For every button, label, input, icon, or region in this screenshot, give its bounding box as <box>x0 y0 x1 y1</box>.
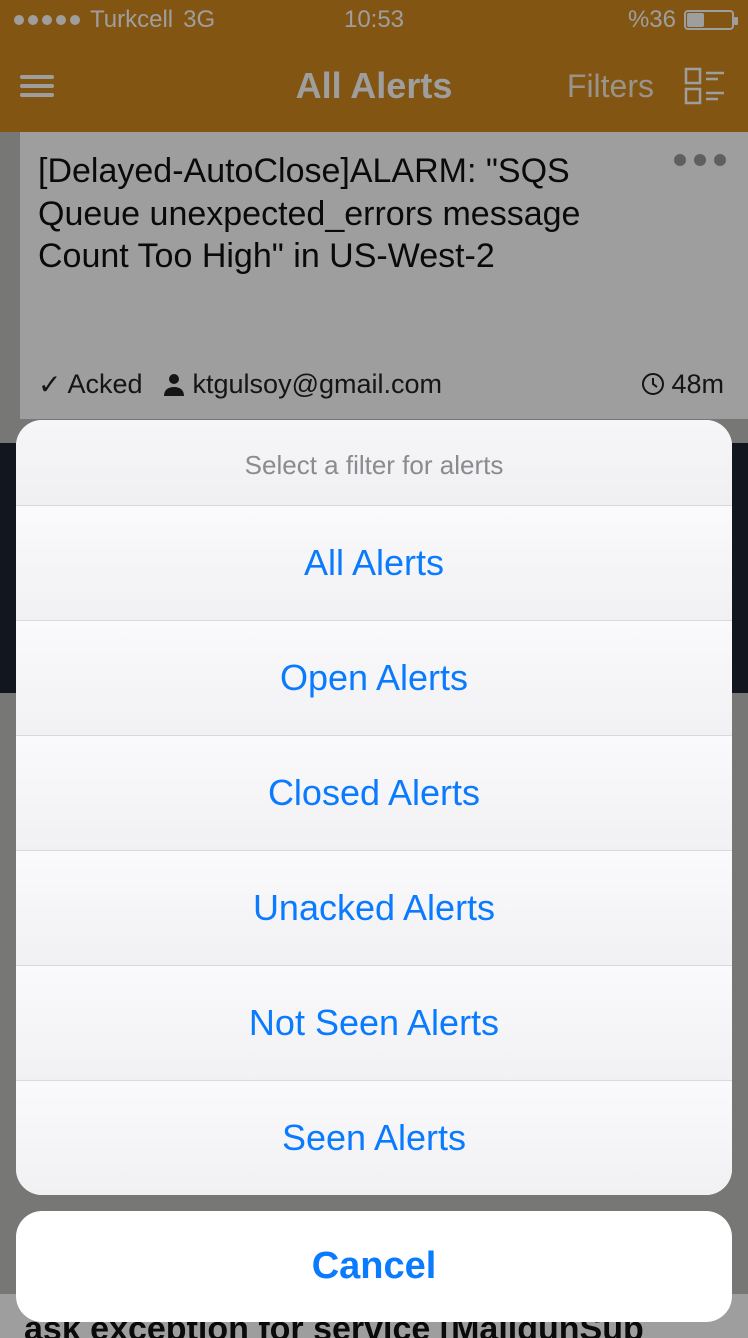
filter-option-notseen[interactable]: Not Seen Alerts <box>16 966 732 1081</box>
filter-option-all[interactable]: All Alerts <box>16 506 732 621</box>
filter-option-seen[interactable]: Seen Alerts <box>16 1081 732 1195</box>
filter-option-open[interactable]: Open Alerts <box>16 621 732 736</box>
cancel-button[interactable]: Cancel <box>16 1211 732 1322</box>
action-sheet: Select a filter for alerts All Alerts Op… <box>16 420 732 1322</box>
filter-option-closed[interactable]: Closed Alerts <box>16 736 732 851</box>
filter-option-unacked[interactable]: Unacked Alerts <box>16 851 732 966</box>
sheet-title: Select a filter for alerts <box>16 420 732 506</box>
